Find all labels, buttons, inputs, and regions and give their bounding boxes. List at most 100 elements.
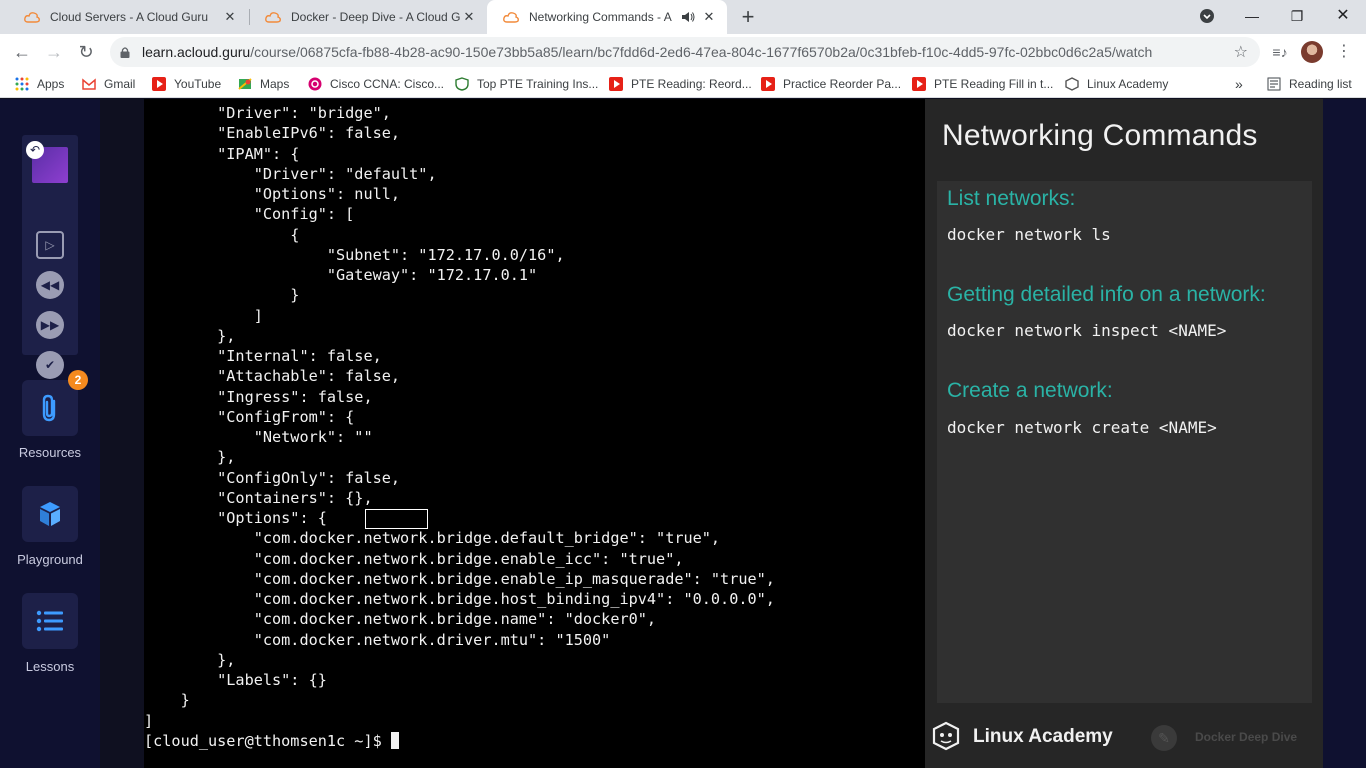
terminal-line: "ConfigFrom": { [144, 407, 355, 426]
playground-label[interactable]: Playground [0, 552, 100, 567]
close-icon[interactable]: ✕ [222, 9, 238, 25]
terminal-line: } [144, 691, 190, 710]
url-host: learn.acloud.guru [142, 44, 251, 60]
terminal-prompt[interactable]: [cloud_user@tthomsen1c ~]$ [144, 732, 399, 750]
linux-academy-icon [1065, 77, 1079, 91]
terminal-line: "ConfigOnly": false, [144, 468, 401, 487]
bookmarks-bar: Apps Gmail YouTube Maps Cisco CCNA: Cisc… [0, 70, 1366, 98]
maps-icon [238, 78, 252, 90]
bookmark-practice-reorder[interactable]: Practice Reorder Pa... [761, 70, 901, 98]
reload-icon[interactable]: ↻ [74, 40, 98, 64]
browser-toolbar: ← → ↻ learn.acloud.guru/course/06875cfa-… [0, 34, 1366, 70]
terminal-line: }, [144, 650, 236, 669]
media-control-icon[interactable]: ≡♪ [1270, 42, 1290, 62]
lessons-label[interactable]: Lessons [0, 659, 100, 674]
close-icon[interactable]: ✕ [701, 9, 717, 25]
terminal-line: "com.docker.network.driver.mtu": "1500" [144, 630, 611, 649]
profile-avatar[interactable] [1301, 41, 1323, 63]
tab-docker-deep-dive[interactable]: Docker - Deep Dive - A Cloud Gu ✕ [249, 0, 487, 34]
brand-name: Linux Academy [973, 726, 1113, 747]
speaker-icon[interactable] [681, 11, 695, 23]
paperclip-icon [42, 394, 56, 422]
complete-check-icon[interactable]: ✔ [36, 351, 64, 379]
cisco-icon [308, 77, 322, 91]
terminal-line: "Options": { [144, 509, 327, 527]
terminal-line: "Config": [ [144, 205, 355, 224]
new-tab-button[interactable]: + [736, 5, 760, 29]
text-selection-box [365, 509, 428, 529]
terminal-line: "Options": null, [144, 185, 401, 203]
terminal-line: "Internal": false, [144, 347, 382, 365]
bookmark-linux-academy[interactable]: Linux Academy [1065, 70, 1168, 98]
reading-list-button[interactable]: Reading list [1267, 70, 1352, 98]
bookmark-pte-reading-reorder[interactable]: PTE Reading: Reord... [609, 70, 752, 98]
playground-button[interactable] [22, 486, 78, 542]
bookmark-maps[interactable]: Maps [238, 70, 289, 98]
terminal-line: "Labels": {} [144, 671, 327, 689]
bookmark-pte-fill-in[interactable]: PTE Reading Fill in t... [912, 70, 1053, 98]
linux-academy-logo-icon [932, 721, 960, 751]
back-icon[interactable]: ← [10, 40, 34, 64]
terminal-line: "Containers": {}, [144, 488, 373, 507]
cloud-icon [503, 12, 519, 23]
terminal-line: "Attachable": false, [144, 367, 401, 386]
list-icon [36, 610, 63, 632]
bookmarks-overflow-button[interactable]: » [1235, 70, 1243, 98]
terminal-line: "Driver": "default", [144, 164, 437, 183]
youtube-icon [761, 77, 775, 91]
bookmark-star-icon[interactable]: ☆ [1234, 42, 1248, 62]
address-bar[interactable]: learn.acloud.guru/course/06875cfa-fb88-4… [110, 37, 1260, 67]
terminal-line: }, [144, 448, 236, 467]
terminal-line: "Driver": "bridge", [144, 104, 391, 122]
forward-icon[interactable]: → [42, 40, 66, 64]
shield-icon [455, 77, 469, 91]
tab-cloud-servers[interactable]: Cloud Servers - A Cloud Guru ✕ [8, 0, 248, 34]
fast-forward-icon[interactable]: ▶▶ [36, 311, 64, 339]
resources-button[interactable] [22, 380, 78, 436]
cubes-icon [40, 502, 60, 526]
minimize-icon[interactable]: — [1240, 4, 1264, 28]
section-command: docker network create <NAME> [947, 418, 1217, 437]
terminal-line: "Gateway": "172.17.0.1" [144, 266, 538, 284]
bookmark-youtube[interactable]: YouTube [152, 70, 221, 98]
terminal-line: "com.docker.network.bridge.host_binding_… [144, 590, 775, 608]
tab-search-icon[interactable] [1195, 4, 1219, 28]
browser-tab-strip: Cloud Servers - A Cloud Guru ✕ Docker - … [0, 0, 1366, 34]
course-name: Docker Deep Dive [1195, 730, 1298, 744]
tab-networking-commands[interactable]: Networking Commands - A C ✕ [487, 0, 727, 34]
toggle-panel-icon[interactable]: ▷ [36, 231, 64, 259]
back-arrow-icon[interactable]: ↶ [26, 141, 44, 159]
restore-icon[interactable]: ❐ [1285, 4, 1309, 28]
bookmark-cisco-ccna[interactable]: Cisco CCNA: Cisco... [308, 70, 444, 98]
lessons-button[interactable] [22, 593, 78, 649]
cloud-icon [265, 12, 281, 23]
terminal-video[interactable]: "Driver": "bridge", "EnableIPv6": false,… [144, 99, 925, 768]
terminal-line: "Ingress": false, [144, 387, 373, 406]
terminal-cursor [390, 732, 399, 749]
section-command: docker network ls [947, 225, 1111, 244]
bookmark-gmail[interactable]: Gmail [82, 70, 135, 98]
compass-icon: ✎ [1151, 725, 1177, 751]
rewind-icon[interactable]: ◀◀ [36, 271, 64, 299]
section-heading: Create a network: [947, 379, 1113, 402]
youtube-icon [609, 77, 623, 91]
lock-icon[interactable] [120, 46, 130, 58]
close-window-icon[interactable]: ✕ [1331, 4, 1355, 28]
tab-title: Networking Commands - A C [529, 10, 675, 24]
close-icon[interactable]: ✕ [461, 9, 477, 25]
gmail-icon [82, 78, 96, 90]
terminal-line: "EnableIPv6": false, [144, 124, 401, 143]
menu-icon[interactable]: ⋮ [1334, 42, 1354, 62]
youtube-icon [152, 77, 166, 91]
page-background-strip [1323, 99, 1366, 768]
url-text: learn.acloud.guru/course/06875cfa-fb88-4… [142, 44, 1152, 60]
terminal-line: "com.docker.network.bridge.default_bridg… [144, 529, 721, 548]
terminal-line: "com.docker.network.bridge.enable_ip_mas… [144, 569, 775, 588]
terminal-line: "IPAM": { [144, 144, 300, 163]
cloud-icon [24, 12, 40, 23]
bookmark-apps[interactable]: Apps [15, 70, 64, 98]
bookmark-top-pte[interactable]: Top PTE Training Ins... [455, 70, 598, 98]
tab-title: Cloud Servers - A Cloud Guru [50, 10, 209, 24]
player-controls: ↶ ▷ ◀◀ ▶▶ ✔ [22, 135, 78, 379]
resources-label[interactable]: Resources [0, 445, 100, 460]
